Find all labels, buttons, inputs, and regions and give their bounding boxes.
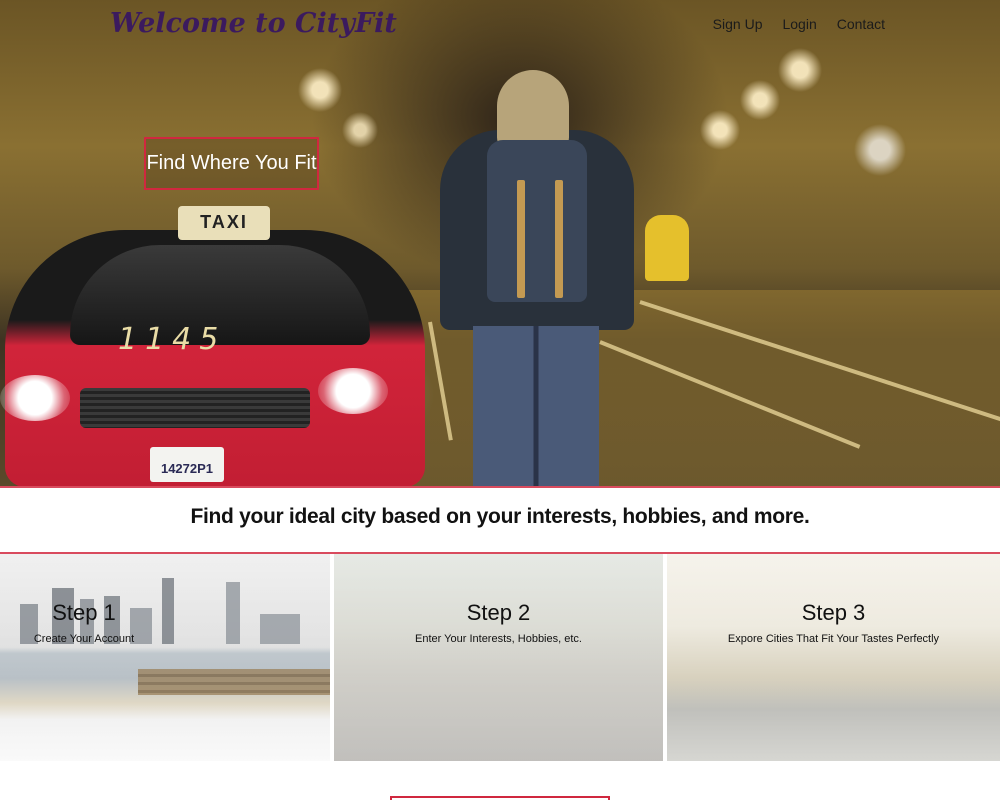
find-where-you-fit-button[interactable]: Find Where You Fit <box>144 137 319 190</box>
nav-contact[interactable]: Contact <box>837 16 885 32</box>
taxi-grille <box>80 388 310 428</box>
step-card-3: Step 3 Expore Cities That Fit Your Taste… <box>667 554 1000 761</box>
main-nav: Sign Up Login Contact <box>713 16 885 32</box>
backpack-strap <box>517 180 525 298</box>
backpack-strap <box>555 180 563 298</box>
step-title: Step 1 <box>52 600 116 625</box>
taxi-number: 1145 <box>118 322 227 357</box>
step-title: Step 2 <box>466 600 531 625</box>
pedestrian-image <box>645 215 689 281</box>
divider <box>0 486 1000 488</box>
hero-section: TAXI 1145 14272P1 <box>0 0 1000 487</box>
taxi-sign: TAXI <box>178 206 270 240</box>
license-plate: 14272P1 <box>150 447 224 482</box>
nav-login[interactable]: Login <box>782 16 816 32</box>
step-description: Expore Cities That Fit Your Tastes Perfe… <box>727 633 940 645</box>
step-card-1: Step 1 Create Your Account <box>0 554 330 761</box>
bench-image <box>138 669 330 695</box>
step-card-2: Step 2 Enter Your Interests, Hobbies, et… <box>334 554 663 761</box>
step-description: Enter Your Interests, Hobbies, etc. <box>415 633 582 645</box>
step-description: Create Your Account <box>33 633 135 645</box>
headlight-left <box>0 375 70 421</box>
tagline: Find your ideal city based on your inter… <box>190 505 810 528</box>
backpack-image <box>487 140 587 302</box>
bottom-button[interactable] <box>390 796 610 800</box>
nav-sign-up[interactable]: Sign Up <box>713 16 763 32</box>
step-title: Step 3 <box>801 600 866 625</box>
person-hood <box>497 70 569 150</box>
person-legs <box>473 326 599 487</box>
brand-logo[interactable]: Welcome to CityFit <box>110 8 397 39</box>
headlight-right <box>318 368 388 414</box>
